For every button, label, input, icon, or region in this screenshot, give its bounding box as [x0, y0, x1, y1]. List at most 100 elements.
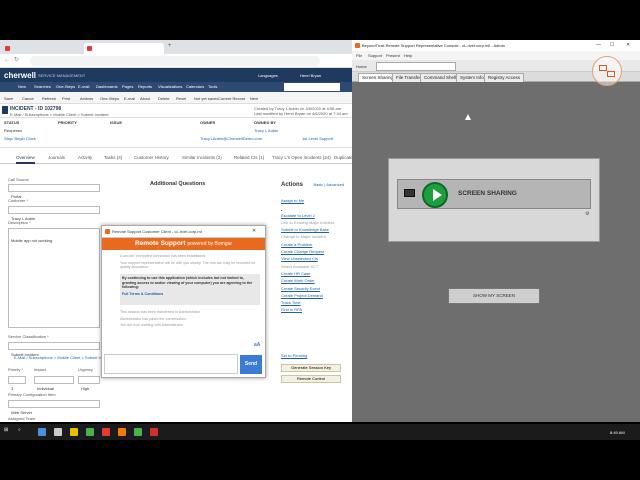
owned-by-link[interactable]: Tracy L Aubin [254, 128, 278, 133]
current-record-button[interactable]: Current Record [218, 96, 245, 101]
tab-related-cis[interactable]: Related CIs (1) [234, 155, 264, 160]
start-windows-icon[interactable]: ⊞ [4, 427, 8, 433]
action-link[interactable]: Find in RPA [281, 306, 351, 313]
tab-journals[interactable]: Journals [48, 155, 65, 160]
nav-email[interactable]: E-mail [78, 84, 89, 89]
nav-calendars[interactable]: Calendars [186, 84, 204, 89]
taskbar-app-icon[interactable] [54, 428, 62, 436]
play-icon[interactable] [422, 182, 448, 208]
nav-tools[interactable]: Tools [208, 84, 217, 89]
nav-visualizations[interactable]: Visualizations [158, 84, 182, 89]
next-button[interactable]: Next [250, 96, 258, 101]
tab-customer-history[interactable]: Customer History [134, 155, 169, 160]
nav-pages[interactable]: Pages [122, 84, 133, 89]
reset-button[interactable]: Reset [176, 96, 186, 101]
generate-session-key-button[interactable]: Generate Session Key [281, 364, 341, 373]
action-link[interactable] [281, 204, 351, 211]
clock-link[interactable]: Stop/ Begin Clock [4, 136, 36, 141]
email-button[interactable]: E-mail [124, 96, 135, 101]
urgency-field[interactable]: High [78, 376, 100, 391]
gear-icon[interactable]: ⚙ [585, 211, 589, 217]
action-link[interactable]: Create Change Request [281, 248, 351, 255]
chat-message-input[interactable] [104, 354, 238, 374]
action-link[interactable]: Assign to Me [281, 197, 351, 204]
action-link[interactable]: Submit to Knowledge Base [281, 226, 351, 233]
tab-overview[interactable]: Overview [16, 155, 35, 164]
menu-present[interactable]: Present [386, 53, 400, 58]
font-size-toggle[interactable]: aA [254, 342, 260, 348]
menu-support[interactable]: Support [368, 53, 382, 58]
tab-activity[interactable]: Activity [78, 155, 92, 160]
save-button[interactable]: Save [4, 96, 13, 101]
taskbar-app-icon[interactable] [118, 428, 126, 436]
close-icon[interactable]: ✕ [626, 42, 630, 48]
search-icon[interactable]: ⌕ [18, 427, 21, 433]
chat-close-icon[interactable]: ✕ [252, 228, 256, 234]
print-button[interactable]: Print [62, 96, 70, 101]
one-steps-button[interactable]: One-Steps [100, 96, 119, 101]
action-link[interactable]: Track Time [281, 299, 351, 306]
actions-mode-toggle[interactable]: Basic | Advanced [313, 182, 344, 187]
action-link[interactable]: Create Work Order [281, 277, 351, 284]
about-button[interactable]: About [140, 96, 150, 101]
nav-new[interactable]: New [18, 84, 26, 89]
action-link[interactable]: Create Project Demand [281, 292, 351, 299]
tab-duplicate[interactable]: Duplicate [334, 155, 353, 160]
maximize-icon[interactable]: ☐ [610, 42, 614, 48]
taskbar-app-icon[interactable] [150, 428, 158, 436]
delete-button[interactable]: Delete [158, 96, 170, 101]
action-link[interactable]: Create Security Event [281, 285, 351, 292]
new-tab-plus-icon[interactable]: + [168, 43, 172, 50]
send-button[interactable]: Send [240, 355, 262, 374]
nav-reports[interactable]: Reports [138, 84, 152, 89]
service-field[interactable]: Submit Incident [8, 342, 100, 357]
tab-registry-access[interactable]: Registry Access [484, 73, 525, 82]
tab-command-shell[interactable]: Command Shell [420, 73, 461, 82]
classification-link[interactable]: E-Mail / Subscriptions > Mobile Client >… [14, 355, 113, 360]
tab-open-incidents[interactable]: Tracy L's Open Incidents (24) [272, 155, 331, 160]
languages-menu[interactable]: Languages [258, 73, 278, 78]
url-input[interactable]: Not secure | iser/Rev/CherwellClient/Acc… [30, 56, 320, 72]
tab-system-info[interactable]: System Info [456, 73, 488, 82]
cancel-button[interactable]: Cancel [22, 96, 34, 101]
support-level-link[interactable]: 1st Level Support [302, 136, 333, 141]
full-terms-link[interactable]: Full Terms & Conditions [122, 292, 258, 297]
home-tab[interactable]: Home [356, 64, 367, 69]
taskbar-app-icon[interactable] [38, 428, 46, 436]
browser-tab-portal[interactable]: Portal (not logged in) - IT Servic... [2, 43, 82, 59]
session-tab[interactable]: Michael Durrant @ WIN11WM [376, 62, 456, 77]
menu-help[interactable]: Help [404, 53, 412, 58]
taskbar-app-icon[interactable] [134, 428, 142, 436]
actions-button[interactable]: Actions [80, 96, 93, 101]
nav-searches[interactable]: Searches [34, 84, 51, 89]
impact-field[interactable]: Individual [34, 376, 74, 391]
back-arrow-icon[interactable]: ← [4, 57, 10, 64]
priority-field[interactable]: 3 [8, 376, 26, 391]
remote-control-button[interactable]: Remote Control [281, 375, 341, 384]
set-pending-link[interactable]: Set to Pending [281, 352, 351, 359]
menu-file[interactable]: File [356, 53, 362, 58]
action-link[interactable]: Create HR Case [281, 270, 351, 277]
action-link[interactable]: Escalate to Level 2 [281, 212, 351, 219]
nav-one-steps[interactable]: One-Steps [56, 84, 75, 89]
tab-tasks[interactable]: Tasks (4) [104, 155, 122, 160]
tab-similar-incidents[interactable]: Similar Incidents (2) [182, 155, 222, 160]
taskbar-app-icon[interactable] [86, 428, 94, 436]
browser-tab-incident[interactable]: Incident 102798 - Cherwell Servi... [84, 43, 164, 59]
description-field[interactable]: Mobile app not working. [8, 228, 100, 328]
action-link[interactable]: Create a Problem [281, 241, 351, 248]
primary-ci-field[interactable]: Web Server [8, 400, 100, 415]
refresh-button[interactable]: Refresh [42, 96, 56, 101]
quick-search-input[interactable]: Quick Search [284, 83, 340, 97]
screen-sharing-start-bar[interactable]: SCREEN SHARING [397, 179, 591, 209]
minimize-icon[interactable]: — [596, 42, 601, 48]
call-source-field[interactable]: Portal [8, 184, 100, 199]
customer-field[interactable]: Tracy L Aubin [8, 206, 100, 221]
show-my-screen-button[interactable]: SHOW MY SCREEN [448, 288, 540, 304]
taskbar-app-icon[interactable] [70, 428, 78, 436]
reload-icon[interactable]: ↻ [14, 57, 19, 64]
nav-dashboards[interactable]: Dashboards [96, 84, 118, 89]
owner-email-link[interactable]: Tracy.LAubin@CherwellDemo.com [200, 136, 262, 141]
action-link[interactable]: View Unselected CIs [281, 255, 351, 262]
taskbar-app-icon[interactable] [102, 428, 110, 436]
